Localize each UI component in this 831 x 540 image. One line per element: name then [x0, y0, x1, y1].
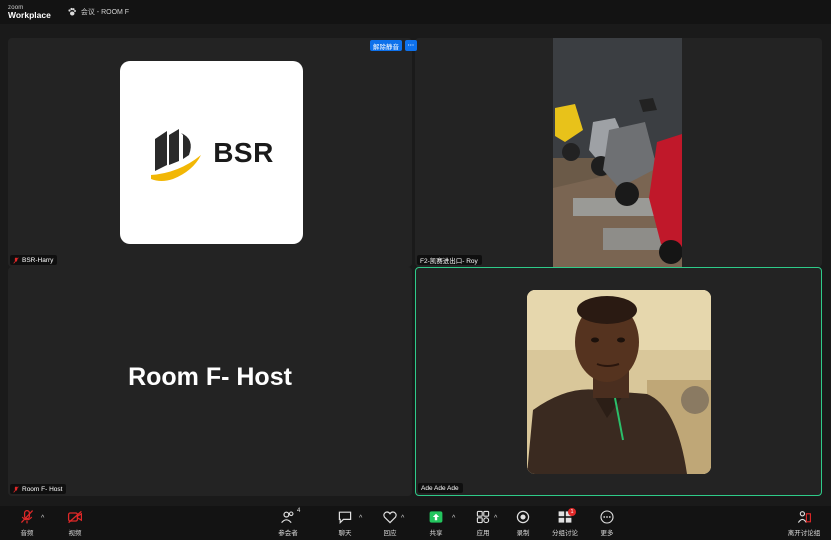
share-label: 共享: [429, 530, 443, 537]
apps-label: 应用: [476, 530, 490, 537]
video-tile-ade-active-speaker[interactable]: Ade Ade Ade: [415, 267, 822, 496]
bsr-logo-text: BSR: [213, 136, 274, 168]
unmute-prompt: 解除静音 ···: [370, 40, 417, 51]
share-screen-icon: [429, 511, 443, 523]
mic-muted-icon: [13, 485, 19, 493]
participants-icon: [281, 511, 294, 524]
reactions-button[interactable]: 回应: [370, 509, 410, 537]
participant-name: BSR-Harry: [22, 256, 54, 264]
video-tile-roy[interactable]: F2-凯赛进出口- Roy: [415, 38, 822, 267]
mic-muted-icon: [20, 509, 34, 524]
participant-name: F2-凯赛进出口- Roy: [420, 258, 478, 265]
meeting-title: 会议 - ROOM F: [80, 9, 130, 16]
participant-video-feed: [527, 290, 711, 474]
heart-icon: [383, 511, 397, 524]
apps-options-caret[interactable]: ^: [494, 515, 497, 522]
audio-options-caret[interactable]: ^: [41, 515, 44, 522]
reactions-label: 回应: [383, 530, 397, 537]
participant-face-image: [527, 290, 711, 474]
more-icon: [600, 510, 614, 524]
breakout-rooms-button[interactable]: 分组讨论: [545, 509, 585, 537]
share-options-caret[interactable]: ^: [452, 515, 455, 522]
breakout-notification-badge: 1: [568, 508, 576, 516]
audio-button[interactable]: 音频: [7, 509, 47, 537]
participant-video-feed: [553, 38, 682, 267]
apps-icon: [476, 510, 490, 524]
bsr-logo-card: BSR: [120, 61, 303, 244]
participants-label: 参会者: [278, 530, 298, 537]
reactions-options-caret[interactable]: ^: [401, 515, 404, 522]
apps-button[interactable]: 应用: [463, 509, 503, 537]
leave-breakout-label: 离开讨论组: [787, 530, 821, 537]
video-off-icon: [67, 510, 82, 524]
chat-label: 聊天: [338, 530, 352, 537]
participant-display-name: Room F- Host: [128, 363, 292, 391]
chat-icon: [338, 511, 352, 525]
meeting-toolbar: 音频 ^ 视频 参会者 4 聊天 ^ 回应 ^ 共享 ^ 应用 ^ 录制 分组讨…: [0, 506, 831, 540]
showroom-video-image: [553, 38, 682, 267]
record-label: 录制: [516, 530, 530, 537]
record-button[interactable]: 录制: [503, 509, 543, 537]
video-gallery: BSR BSR-Harry F2-凯赛进出口- Roy Room F- Host…: [0, 24, 831, 506]
video-tile-room-f-host[interactable]: Room F- Host Room F- Host: [8, 267, 412, 496]
participant-name-tag: Ade Ade Ade: [418, 483, 463, 493]
video-tile-bsr-harry[interactable]: BSR BSR-Harry: [8, 38, 412, 267]
leave-breakout-room-button[interactable]: 离开讨论组: [784, 509, 824, 537]
participant-name: Ade Ade Ade: [421, 484, 459, 492]
leave-breakout-icon: [797, 511, 811, 523]
participants-count: 4: [297, 508, 301, 514]
bsr-logo-icon: [151, 128, 202, 181]
video-button[interactable]: 视频: [55, 509, 95, 537]
participant-name: Room F- Host: [22, 485, 63, 493]
share-button[interactable]: 共享: [416, 509, 456, 537]
unmute-button[interactable]: 解除静音: [370, 40, 402, 51]
title-bar: zoom Workplace 会议 - ROOM F: [0, 0, 831, 24]
participant-name-tag: BSR-Harry: [10, 255, 58, 265]
breakout-rooms-label: 分组讨论: [552, 530, 578, 537]
unmute-more-button[interactable]: ···: [405, 40, 417, 51]
participant-name-tag: Room F- Host: [10, 484, 67, 494]
logo-workplace-text: Workplace: [8, 9, 51, 20]
participants-button[interactable]: 参会者: [268, 509, 308, 537]
zoom-workplace-logo: zoom Workplace: [8, 5, 51, 20]
video-label: 视频: [68, 530, 82, 537]
paw-icon: [68, 7, 76, 16]
more-label: 更多: [600, 530, 614, 537]
record-icon: [516, 510, 530, 524]
chat-button[interactable]: 聊天: [325, 509, 365, 537]
audio-label: 音频: [20, 530, 34, 537]
participant-name-tag: F2-凯赛进出口- Roy: [417, 255, 482, 265]
mic-muted-icon: [13, 256, 19, 264]
chat-options-caret[interactable]: ^: [359, 515, 362, 522]
more-button[interactable]: 更多: [587, 509, 627, 537]
meeting-info[interactable]: 会议 - ROOM F: [67, 7, 129, 17]
